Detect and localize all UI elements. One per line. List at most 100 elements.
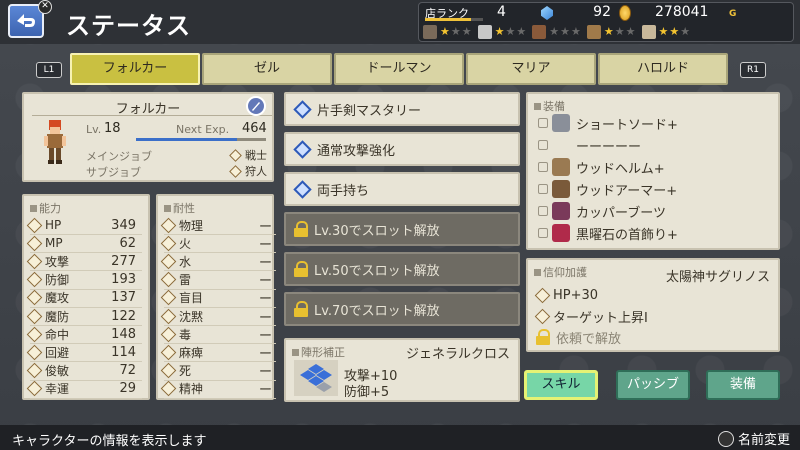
tab-character-1[interactable]: フォルカー	[70, 53, 200, 85]
skill-button[interactable]: スキル	[524, 370, 598, 400]
formation-panel: 陣形補正 ジェネラルクロス 攻撃+10 防御+5	[284, 338, 520, 402]
footer-bar: キャラクターの情報を表示します 名前変更	[0, 425, 800, 450]
next-exp-value: 464	[242, 121, 267, 136]
level-label: Lv.	[86, 123, 102, 136]
sewing-icon	[641, 25, 656, 39]
equipment-slot[interactable]: ウッドアーマー+	[538, 178, 677, 200]
star-icon: ★	[450, 25, 461, 38]
star-icon: ★	[461, 25, 472, 38]
locked-skill-slot[interactable]: Lv.70でスロット解放	[284, 292, 520, 326]
equip-button[interactable]: 装備	[706, 370, 780, 400]
resistances-value: ー	[258, 310, 272, 326]
abilities-row: 魔攻 137	[26, 289, 146, 307]
necklace-icon	[552, 224, 570, 242]
edit-name-button[interactable]	[246, 96, 266, 116]
skill-label: Lv.30でスロット解放	[314, 223, 440, 239]
r1-button[interactable]: R1	[740, 62, 766, 78]
fishing-rod-icon	[532, 25, 547, 39]
lock-icon	[294, 221, 308, 237]
abilities-value: 114	[111, 344, 136, 360]
lock-icon	[294, 261, 308, 277]
tab-character-2[interactable]: ゼル	[202, 53, 332, 85]
tab-character-5[interactable]: ハロルド	[598, 53, 728, 85]
resistances-row: 火ー	[160, 234, 280, 253]
abilities-title: 能力	[30, 200, 61, 216]
resistances-value: ー	[258, 328, 272, 344]
locked-skill-slot[interactable]: Lv.50でスロット解放	[284, 252, 520, 286]
top-bar: ✕ ステータス 店ランク 4 92 278041 G ★ ★ ★ ★ ★ ★ ★ ★ ★ ★ ★ ★ ★…	[0, 0, 800, 44]
equipment-slot[interactable]: ウッドヘルム+	[538, 156, 665, 178]
star-icon: ★	[494, 25, 505, 38]
resistance-icon	[160, 308, 177, 324]
formation-diagram-icon	[294, 360, 338, 396]
skill-slot[interactable]: 片手剣マスタリー	[284, 92, 520, 126]
resistances-row: 沈黙 ー	[160, 307, 280, 326]
resistance-icon	[160, 362, 177, 379]
skill-slot[interactable]: 両手持ち	[284, 172, 520, 206]
resistances-label: 沈黙	[179, 309, 204, 324]
tool-level-2: ★ ★ ★	[477, 25, 526, 39]
equipment-slot[interactable]: ーーーーー	[538, 134, 641, 156]
tool-level-3: ★ ★ ★	[532, 25, 581, 39]
sub-job-label: サブジョブ	[86, 166, 141, 179]
equipment-name: カッパーブーツ	[576, 205, 666, 221]
main-job: 戦士	[228, 147, 267, 163]
resistances-label: 毒	[179, 327, 192, 342]
resistances-label: 火	[179, 236, 192, 251]
skill-slot[interactable]: 通常攻撃強化	[284, 132, 520, 166]
faith-label: HP+30	[553, 287, 599, 303]
equipment-slot[interactable]: ショートソード+	[538, 112, 678, 134]
slot-type-icon	[538, 184, 548, 194]
rename-button[interactable]: 名前変更	[717, 429, 790, 448]
skill-diamond-icon	[293, 99, 312, 119]
faith-row: ターゲット上昇Ⅰ	[534, 307, 648, 326]
passive-button[interactable]: パッシブ	[616, 370, 690, 400]
abilities-label: 魔防	[45, 309, 70, 324]
resistance-icon	[160, 271, 177, 288]
resistances-value: ー	[258, 292, 272, 308]
abilities-row: 防御 193	[26, 271, 146, 289]
sub-job: 狩人	[228, 163, 267, 179]
tab-character-3[interactable]: ドールマン	[334, 53, 464, 85]
slot-type-icon	[538, 140, 548, 150]
star-icon: ★	[549, 25, 560, 38]
resistances-row: 雷ー	[160, 271, 280, 289]
equipment-slot[interactable]: カッパーブーツ	[538, 200, 666, 222]
skill-label: 両手持ち	[317, 183, 370, 199]
page-title: ステータス	[66, 12, 191, 40]
slot-type-icon	[538, 162, 548, 172]
star-icon: ★	[680, 25, 691, 38]
resistances-value: ー	[258, 346, 272, 362]
next-exp-label: Next Exp.	[176, 123, 230, 136]
back-arrow-icon	[17, 14, 35, 27]
resistance-icon	[160, 253, 177, 270]
gem-count: 92	[593, 4, 611, 20]
equipment-slot[interactable]: 黒曜石の首飾り+	[538, 222, 678, 244]
tab-character-4[interactable]: マリア	[466, 53, 596, 85]
resistances-label: 麻痺	[179, 345, 204, 360]
abilities-label: 幸運	[45, 382, 70, 397]
abilities-row: 俊敏 72	[26, 362, 146, 380]
abilities-value: 277	[111, 253, 136, 269]
resistance-icon	[160, 217, 177, 233]
close-button-icon[interactable]: ✕	[38, 0, 52, 14]
equipment-name: ウッドヘルム+	[576, 161, 665, 177]
job-icon	[229, 164, 242, 178]
resistances-row: 物理 ー	[160, 216, 280, 235]
stat-icon	[26, 326, 43, 342]
stat-icon	[26, 362, 43, 379]
star-icon: ★	[571, 25, 581, 38]
slot-type-icon	[538, 118, 548, 128]
locked-skill-slot[interactable]: Lv.30でスロット解放	[284, 212, 520, 246]
shop-rank-progress	[425, 18, 483, 21]
resistances-row: 水ー	[160, 252, 280, 271]
resistances-label: 盲目	[179, 291, 204, 306]
resistances-value: ー	[258, 365, 272, 381]
abilities-row: HP 349	[26, 216, 146, 234]
helmet-icon	[552, 158, 570, 176]
slot-type-icon	[538, 228, 548, 238]
exp-bar-fill	[136, 138, 238, 141]
boots-icon	[552, 202, 570, 220]
abilities-label: MP	[45, 236, 63, 251]
l1-button[interactable]: L1	[36, 62, 62, 78]
